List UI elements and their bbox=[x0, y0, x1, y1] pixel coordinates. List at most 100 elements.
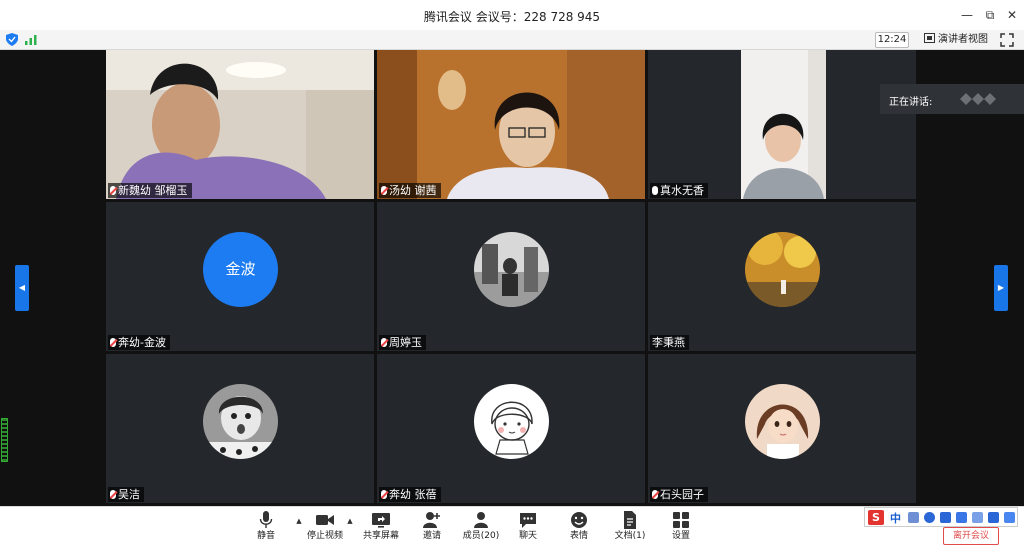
next-page-button[interactable]: ▶ bbox=[994, 265, 1008, 311]
chat-button[interactable]: 聊天 bbox=[505, 510, 551, 546]
ime-logo-icon[interactable]: S bbox=[868, 510, 884, 525]
video-options-caret[interactable]: ▲ bbox=[346, 517, 354, 525]
video-tile[interactable]: 新魏幼 邹榴玉 bbox=[106, 50, 374, 199]
stop-video-label: 停止视频 bbox=[306, 531, 343, 541]
mic-muted-icon bbox=[381, 490, 387, 499]
invite-button[interactable]: 邀请 bbox=[409, 510, 455, 546]
participant-name-label: 奔幼 张蓓 bbox=[379, 487, 441, 502]
stop-video-button[interactable]: 停止视频 bbox=[302, 510, 348, 546]
video-tile[interactable]: 吴洁 bbox=[106, 354, 374, 503]
speaker-view-icon bbox=[924, 33, 935, 43]
participant-name: 李秉燕 bbox=[652, 336, 685, 349]
voice-input-icon[interactable] bbox=[940, 512, 951, 523]
video-tile[interactable]: 石头园子 bbox=[648, 354, 916, 503]
participant-name-label: 奔幼-金波 bbox=[108, 335, 170, 350]
mic-muted-icon bbox=[110, 186, 116, 195]
mic-muted-icon bbox=[110, 490, 116, 499]
emoji-icon bbox=[571, 512, 587, 528]
reactions-button[interactable]: 表情 bbox=[556, 510, 602, 546]
mic-muted-icon bbox=[381, 186, 387, 195]
fullscreen-icon[interactable] bbox=[1000, 33, 1014, 47]
members-button[interactable]: 成员(20) bbox=[458, 510, 504, 546]
speaking-wave-icon bbox=[960, 93, 996, 105]
participant-name: 新魏幼 邹榴玉 bbox=[118, 184, 188, 197]
settings-button[interactable]: 设置 bbox=[658, 510, 704, 546]
add-user-icon bbox=[423, 512, 440, 528]
speaking-indicator: 正在讲话: bbox=[880, 84, 1024, 114]
speaker-view-label: 演讲者视图 bbox=[938, 34, 988, 45]
speaker-view-button[interactable]: 演讲者视图 bbox=[924, 32, 988, 48]
speaking-label: 正在讲话: bbox=[889, 97, 933, 108]
emoji-icon[interactable] bbox=[924, 512, 935, 523]
leave-meeting-button[interactable]: 离开会议 bbox=[943, 527, 999, 545]
reactions-label: 表情 bbox=[569, 531, 588, 541]
participant-name-label: 新魏幼 邹榴玉 bbox=[108, 183, 192, 198]
docs-label: 文档(1) bbox=[614, 531, 646, 541]
participant-avatar bbox=[203, 384, 278, 459]
participant-name: 周婷玉 bbox=[389, 336, 422, 349]
network-signal-icon[interactable] bbox=[25, 35, 37, 45]
ime-toolbar: S 中 bbox=[864, 507, 1018, 527]
mic-muted-icon bbox=[381, 338, 387, 347]
invite-label: 邀请 bbox=[422, 531, 441, 541]
settings-label: 设置 bbox=[671, 531, 690, 541]
meeting-clock: 12:24 bbox=[875, 32, 909, 48]
meeting-toolbar: 12:24 演讲者视图 bbox=[0, 30, 1024, 50]
participant-name-label: 汤幼 谢茜 bbox=[379, 183, 441, 198]
participant-avatar bbox=[745, 384, 820, 459]
participant-video bbox=[106, 50, 374, 199]
participant-name-label: 石头园子 bbox=[650, 487, 708, 502]
ime-language-toggle[interactable]: 中 bbox=[890, 510, 901, 526]
punctuation-icon[interactable] bbox=[908, 512, 919, 523]
document-icon bbox=[624, 511, 636, 529]
restore-button[interactable]: ⧉ bbox=[981, 6, 999, 24]
participant-name: 真水无香 bbox=[660, 184, 704, 197]
tools-icon[interactable] bbox=[1004, 512, 1015, 523]
keyboard-icon[interactable] bbox=[956, 512, 967, 523]
participant-name: 石头园子 bbox=[660, 488, 704, 501]
share-screen-icon bbox=[372, 513, 390, 528]
grid-settings-icon bbox=[673, 512, 689, 528]
participant-name-label: 真水无香 bbox=[650, 183, 708, 198]
video-tile[interactable]: 金波 奔幼-金波 bbox=[106, 202, 374, 351]
microphone-icon bbox=[259, 511, 273, 528]
participant-avatar bbox=[745, 232, 820, 307]
participant-avatar: 金波 bbox=[203, 232, 278, 307]
video-tile[interactable]: 奔幼 张蓓 bbox=[377, 354, 645, 503]
window-title: 腾讯会议 会议号：228 728 945 bbox=[423, 10, 601, 24]
members-icon bbox=[474, 512, 488, 528]
skin-icon[interactable] bbox=[988, 512, 999, 523]
window-titlebar: 腾讯会议 会议号：228 728 945 — ⧉ ✕ bbox=[0, 0, 1024, 30]
chat-icon bbox=[520, 513, 536, 528]
share-screen-label: 共享屏幕 bbox=[362, 531, 399, 541]
participant-name: 汤幼 谢茜 bbox=[389, 184, 437, 197]
video-tile[interactable]: 李秉燕 bbox=[648, 202, 916, 351]
mic-muted-icon bbox=[110, 338, 116, 347]
shield-icon[interactable] bbox=[6, 33, 18, 46]
participant-name: 吴洁 bbox=[118, 488, 140, 501]
participant-name-label: 李秉燕 bbox=[650, 335, 689, 350]
participant-avatar bbox=[474, 384, 549, 459]
chat-label: 聊天 bbox=[518, 531, 537, 541]
members-label: 成员(20) bbox=[462, 531, 500, 541]
video-tile[interactable]: 周婷玉 bbox=[377, 202, 645, 351]
mic-muted-icon bbox=[652, 490, 658, 499]
volume-meter bbox=[1, 418, 8, 462]
video-camera-icon bbox=[316, 515, 334, 525]
prev-page-button[interactable]: ◀ bbox=[15, 265, 29, 311]
video-tile[interactable]: 汤幼 谢茜 bbox=[377, 50, 645, 199]
participant-name-label: 吴洁 bbox=[108, 487, 144, 502]
docs-button[interactable]: 文档(1) bbox=[607, 510, 653, 546]
minimize-button[interactable]: — bbox=[958, 6, 976, 24]
mic-icon bbox=[652, 186, 658, 195]
mute-button[interactable]: 静音 bbox=[243, 510, 289, 546]
share-screen-button[interactable]: 共享屏幕 bbox=[358, 510, 404, 546]
close-button[interactable]: ✕ bbox=[1003, 6, 1021, 24]
participant-name: 奔幼-金波 bbox=[118, 336, 166, 349]
user-icon[interactable] bbox=[972, 512, 983, 523]
video-tile[interactable]: 真水无香 bbox=[648, 50, 916, 199]
video-gallery: 新魏幼 邹榴玉 汤幼 谢茜 真水无香 金波 奔幼-金波 周婷玉 李秉燕 吴洁 奔… bbox=[0, 50, 1024, 506]
participant-name-label: 周婷玉 bbox=[379, 335, 426, 350]
participant-name: 奔幼 张蓓 bbox=[389, 488, 437, 501]
participant-video bbox=[648, 50, 916, 199]
